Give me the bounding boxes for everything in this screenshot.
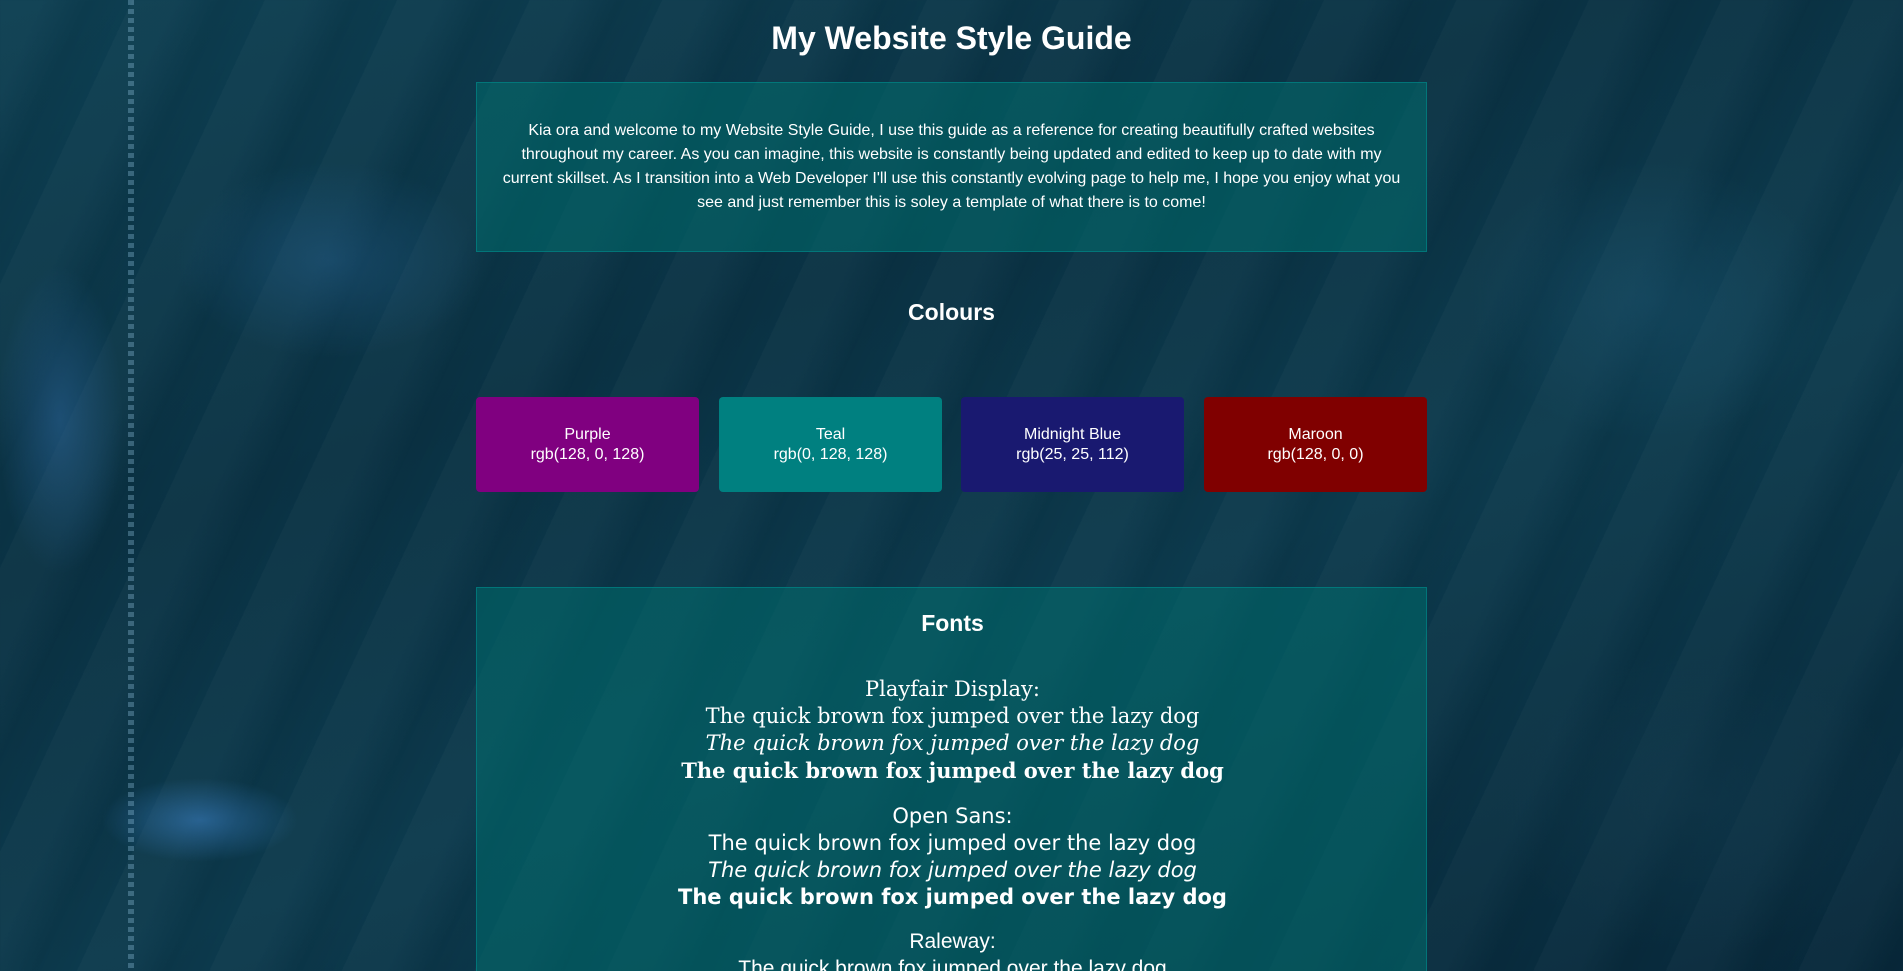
page-title: My Website Style Guide — [771, 20, 1132, 56]
font-group-playfair: Playfair Display: The quick brown fox ju… — [477, 676, 1428, 784]
fonts-box: Fonts Playfair Display: The quick brown … — [476, 587, 1427, 971]
font-label: Playfair Display: — [865, 677, 1040, 701]
swatch-midnight-blue: Midnight Blue rgb(25, 25, 112) — [961, 397, 1184, 492]
font-sample-regular: The quick brown fox jumped over the lazy… — [738, 957, 1167, 971]
font-sample-bold: The quick brown fox jumped over the lazy… — [678, 885, 1227, 909]
swatch-value: rgb(0, 128, 128) — [773, 446, 888, 463]
swatch-value: rgb(25, 25, 112) — [1016, 446, 1129, 463]
swatch-purple: Purple rgb(128, 0, 128) — [476, 397, 699, 492]
swatch-teal: Teal rgb(0, 128, 128) — [719, 397, 942, 492]
font-sample-italic: The quick brown fox jumped over the lazy… — [705, 731, 1200, 755]
font-sample-bold: The quick brown fox jumped over the lazy… — [681, 758, 1224, 783]
intro-text: Kia ora and welcome to my Website Style … — [502, 122, 1401, 211]
fonts-heading: Fonts — [921, 610, 984, 636]
font-sample-regular: The quick brown fox jumped over the lazy… — [705, 704, 1200, 728]
font-group-open-sans: Open Sans: The quick brown fox jumped ov… — [477, 803, 1428, 911]
swatch-name: Purple — [564, 426, 611, 443]
swatch-name: Maroon — [1288, 426, 1343, 443]
font-label: Raleway: — [909, 930, 996, 953]
font-label: Open Sans: — [892, 804, 1013, 828]
swatch-name: Midnight Blue — [1024, 426, 1121, 443]
swatch-value: rgb(128, 0, 0) — [1267, 446, 1364, 463]
intro-box: Kia ora and welcome to my Website Style … — [476, 82, 1427, 252]
font-sample-regular: The quick brown fox jumped over the lazy… — [708, 831, 1197, 855]
background-seam — [128, 0, 134, 971]
swatch-name: Teal — [815, 426, 846, 443]
swatch-maroon: Maroon rgb(128, 0, 0) — [1204, 397, 1427, 492]
colour-swatches: Purple rgb(128, 0, 128) Teal rgb(0, 128,… — [476, 397, 1427, 492]
swatch-value: rgb(128, 0, 128) — [530, 446, 645, 463]
font-group-raleway: Raleway: The quick brown fox jumped over… — [477, 928, 1428, 971]
colours-heading: Colours — [908, 299, 995, 325]
font-sample-italic: The quick brown fox jumped over the lazy… — [708, 858, 1197, 882]
